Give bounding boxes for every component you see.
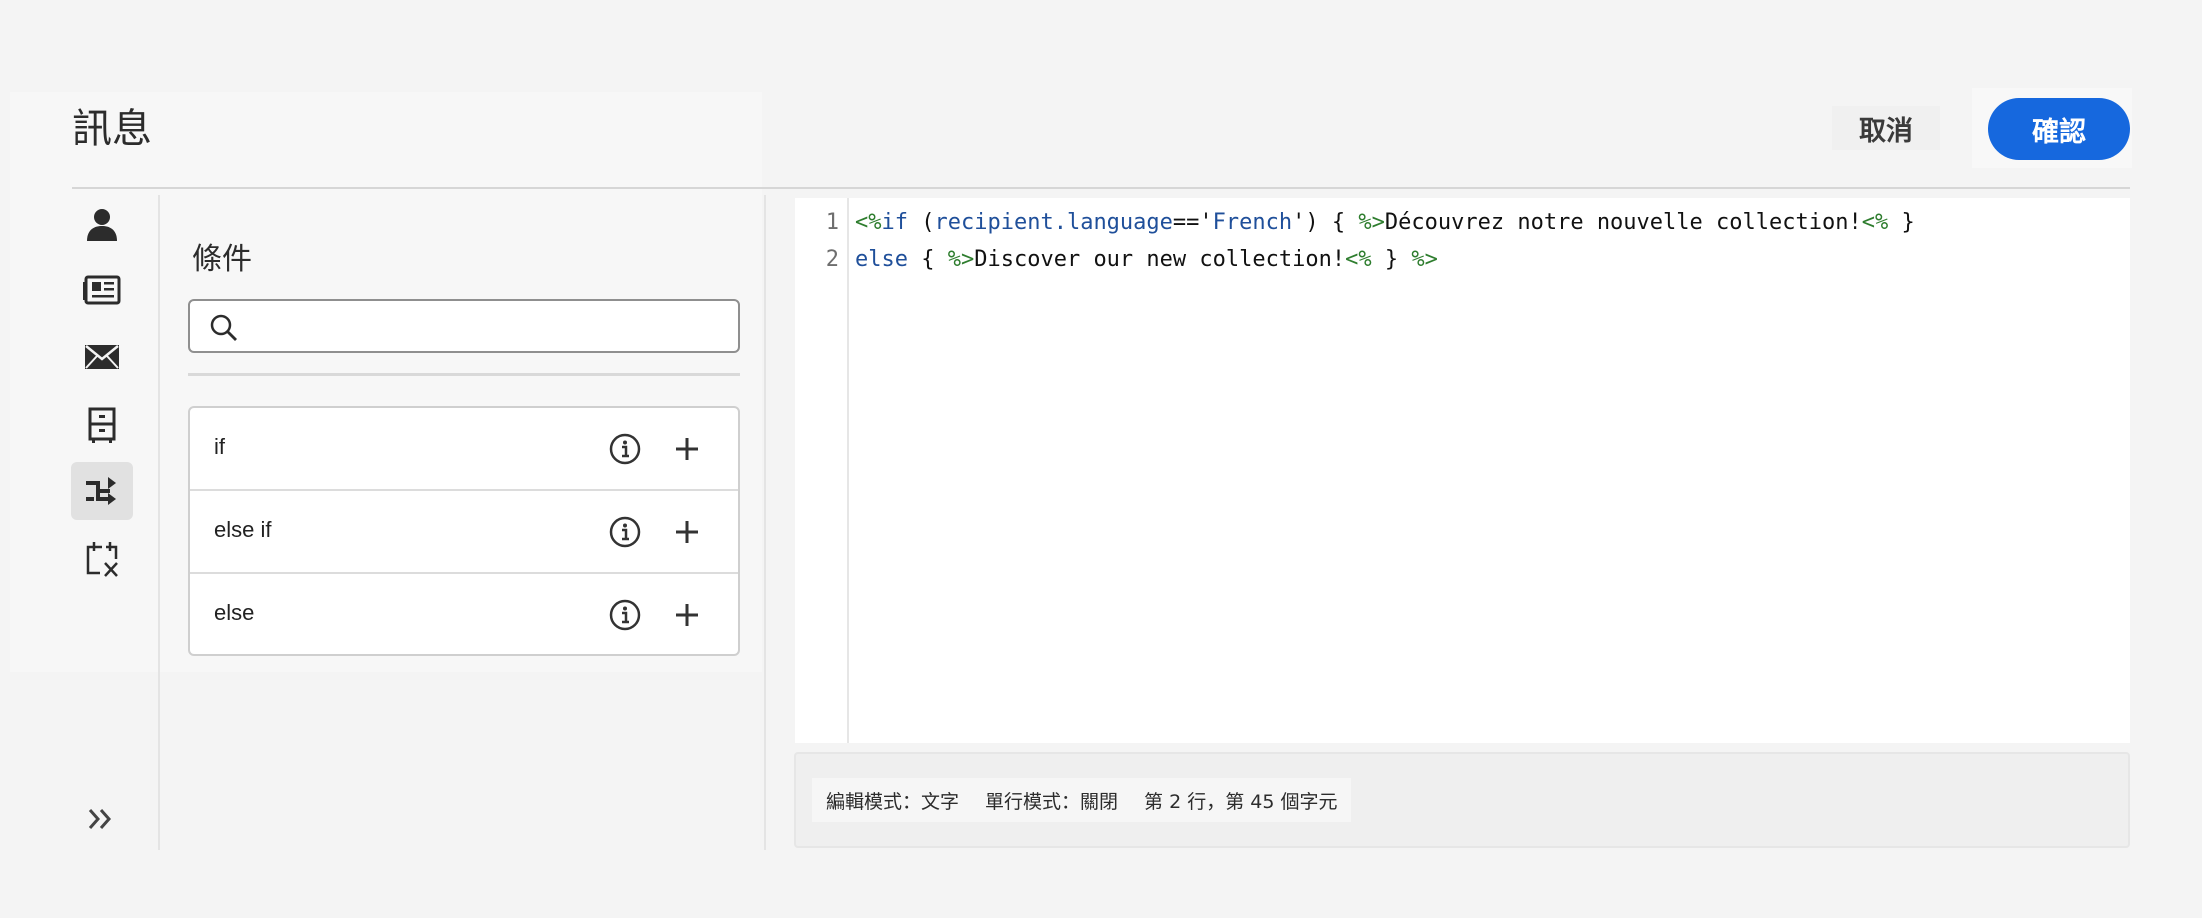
rail-item-personalization[interactable] [71,196,133,254]
list-item-else-if[interactable]: else if [190,491,738,574]
rail-item-fragments[interactable] [71,396,133,454]
status-bar: 編輯模式：文字 單行模式：關閉 第 2 行，第 45 個字元 [794,752,2130,848]
search-input[interactable] [250,307,734,347]
calendar-variable-icon [86,542,118,577]
panel-title: 條件 [192,242,252,277]
search-field[interactable] [188,299,740,353]
code-line: else { %>Discover our new collection!<% … [855,247,1438,272]
rail-item-message[interactable] [71,328,133,386]
branch-icon [86,477,116,505]
code-editor[interactable]: 1 2 <%if (recipient.language=='French') … [795,198,2130,743]
person-icon [87,209,117,241]
search-icon [210,314,237,341]
edit-mode-status: 編輯模式：文字 [826,790,960,813]
list-item-if[interactable]: if [190,408,738,491]
plus-icon[interactable] [670,432,704,466]
header-divider [72,187,2130,189]
page-title: 訊息 [72,106,152,152]
info-icon[interactable] [608,515,642,549]
rail-item-helper-functions[interactable] [71,530,133,588]
plus-icon[interactable] [670,515,704,549]
list-item-else[interactable]: else [190,574,738,654]
confirm-button[interactable]: 確認 [1988,98,2130,160]
cancel-button[interactable]: 取消 [1832,106,1940,150]
condition-label: if [214,434,225,459]
line-number-gutter: 1 2 [795,198,849,743]
rail-item-content[interactable] [71,261,133,319]
condition-list: if else if else [188,406,740,656]
status-info: 編輯模式：文字 單行模式：關閉 第 2 行，第 45 個字元 [812,778,1352,822]
envelope-icon [85,345,119,369]
line-mode-status: 單行模式：關閉 [985,790,1119,813]
newspaper-icon [83,275,121,305]
cabinet-icon [88,407,116,443]
rail-item-conditions[interactable] [71,462,133,520]
search-divider [188,373,740,376]
plus-icon[interactable] [670,598,704,632]
condition-label: else [214,600,255,625]
info-icon[interactable] [608,432,642,466]
code-line: <%if (recipient.language=='French') { %>… [855,210,1915,235]
panel-divider [764,195,766,850]
double-chevron-right-icon[interactable] [84,802,118,836]
info-icon[interactable] [608,598,642,632]
condition-label: else if [214,517,272,542]
rail-divider [158,195,160,850]
line-number: 1 [825,210,839,235]
cursor-position-status: 第 2 行，第 45 個字元 [1144,790,1338,813]
line-number: 2 [825,247,839,272]
